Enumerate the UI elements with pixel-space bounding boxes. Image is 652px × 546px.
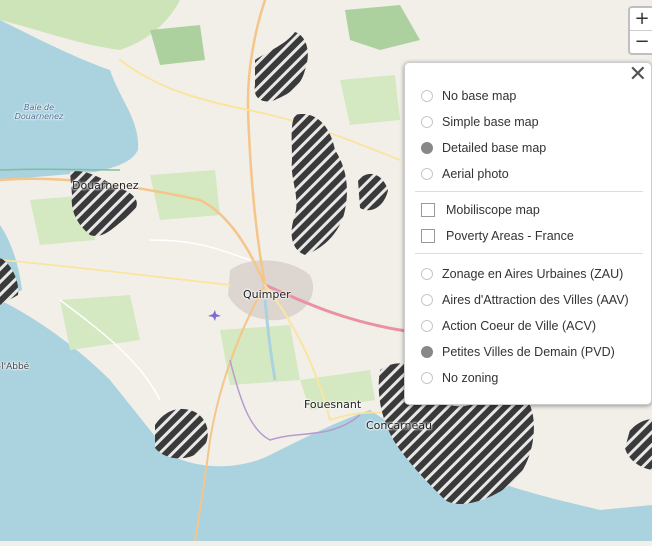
radio-button[interactable] xyxy=(421,294,433,306)
radio-button[interactable] xyxy=(421,168,433,180)
zoning-option-aav[interactable]: Aires d'Attraction des Villes (AAV) xyxy=(421,290,629,310)
checkbox[interactable] xyxy=(421,203,435,217)
radio-button-selected[interactable] xyxy=(421,142,433,154)
separator xyxy=(415,253,643,254)
close-icon[interactable]: ✕ xyxy=(629,63,647,87)
overlay-poverty-areas[interactable]: Poverty Areas - France xyxy=(421,226,574,246)
pvd-zone-southwest xyxy=(155,408,208,459)
zoning-option-none[interactable]: No zoning xyxy=(421,368,498,388)
separator xyxy=(415,191,643,192)
zoom-in-button[interactable]: + xyxy=(630,8,652,30)
radio-button[interactable] xyxy=(421,116,433,128)
checkbox[interactable] xyxy=(421,229,435,243)
radio-button[interactable] xyxy=(421,320,433,332)
base-map-option-simple[interactable]: Simple base map xyxy=(421,112,539,132)
radio-button[interactable] xyxy=(421,90,433,102)
base-map-option-none[interactable]: No base map xyxy=(421,86,516,106)
base-map-option-aerial[interactable]: Aerial photo xyxy=(421,164,509,184)
radio-button[interactable] xyxy=(421,372,433,384)
zoning-option-zau[interactable]: Zonage en Aires Urbaines (ZAU) xyxy=(421,264,623,284)
overlay-mobiliscope[interactable]: Mobiliscope map xyxy=(421,200,540,220)
radio-button-selected[interactable] xyxy=(421,346,433,358)
layers-panel: ✕ No base map Simple base map Detailed b… xyxy=(404,62,652,405)
zoning-option-acv[interactable]: Action Coeur de Ville (ACV) xyxy=(421,316,596,336)
zoning-option-pvd[interactable]: Petites Villes de Demain (PVD) xyxy=(421,342,615,362)
zoom-control: + − xyxy=(628,6,652,55)
radio-button[interactable] xyxy=(421,268,433,280)
base-map-option-detailed[interactable]: Detailed base map xyxy=(421,138,546,158)
zoom-out-button[interactable]: − xyxy=(630,30,652,53)
